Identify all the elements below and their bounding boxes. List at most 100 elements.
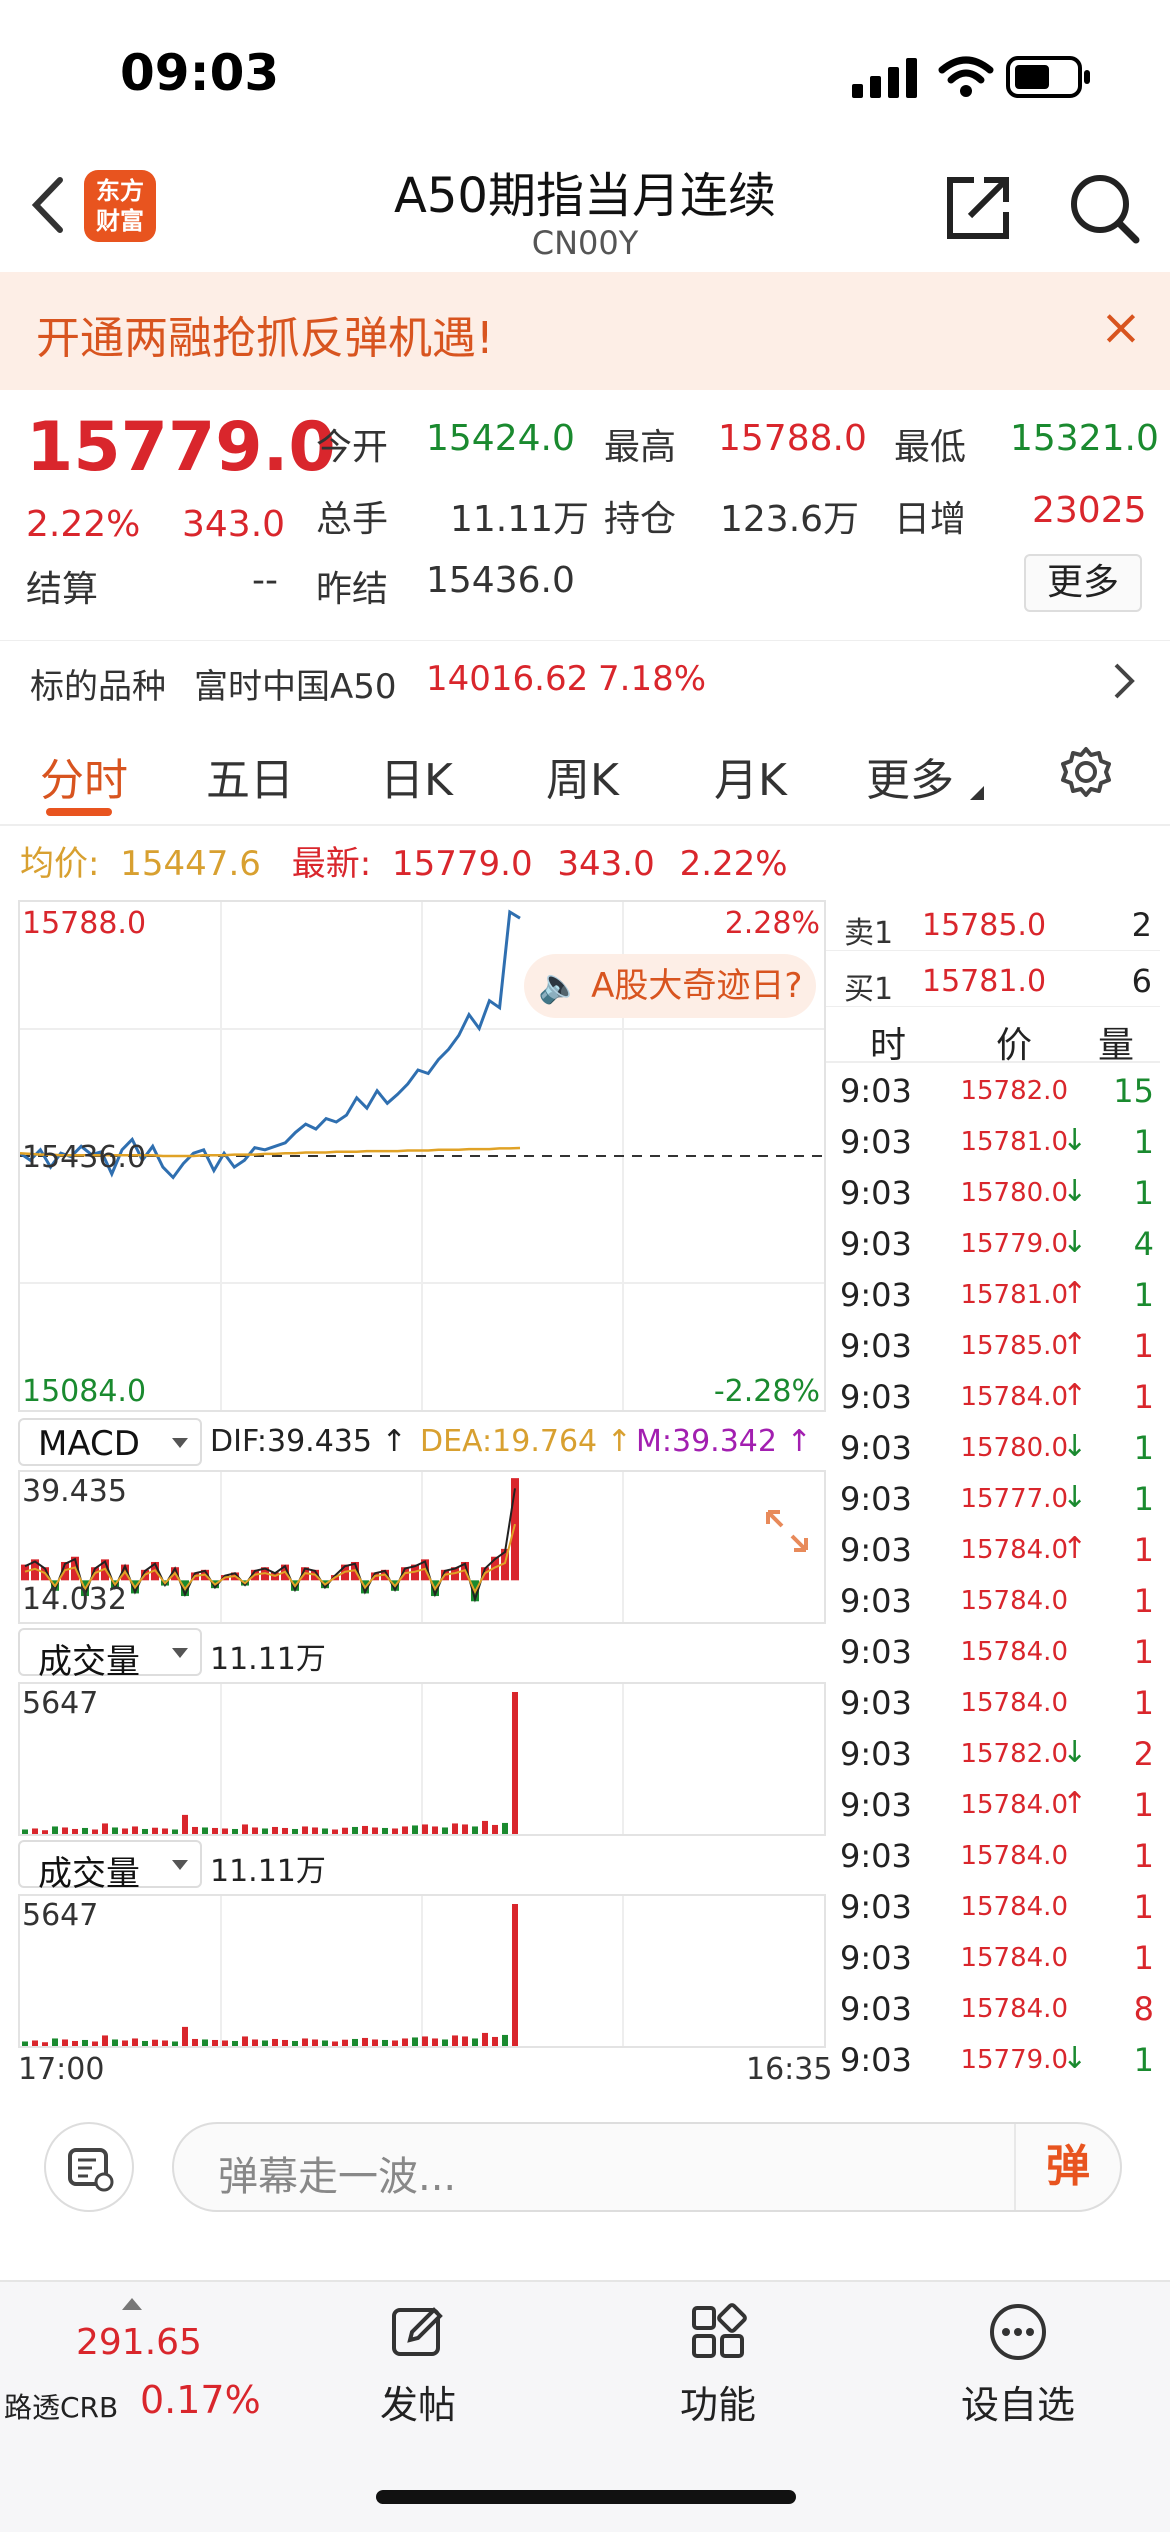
dropdown-icon [172,1860,188,1870]
price-high-label: 15788.0 [22,906,147,941]
tab-weekly-k[interactable]: 周K [546,744,619,808]
tick-time: 9:03 [840,1939,912,1977]
index-pct: 0.17% [140,2378,261,2422]
high-label: 最高 [604,427,677,468]
volume-chart [22,1896,624,2046]
volume-bar [302,2038,308,2046]
volume-bar [42,2042,48,2046]
volume-bar [382,2039,388,2046]
arrow-up-icon: ↑ [1062,1276,1088,1311]
volume-bar [202,2039,208,2046]
banner-text: 开通两融抢抓反弹机遇! [36,313,494,364]
more-button[interactable]: 更多 [1024,554,1142,612]
change-pct: 2.22% [26,504,141,545]
volume-bar [492,2036,498,2046]
volume-bar [332,1829,338,1834]
volume-bar [282,2039,288,2046]
volume-bar [52,1826,58,1834]
tick-time: 9:03 [840,1837,912,1875]
tick-volume: 1 [1133,1582,1154,1620]
volume-selector-2[interactable]: 成交量 [18,1840,202,1894]
tick-time: 9:03 [840,1633,912,1671]
tick-time: 9:03 [840,1990,912,2028]
volume-bar [392,2040,398,2046]
volume-bar [482,1820,488,1834]
volume-selector-1[interactable]: 成交量 [18,1628,202,1682]
prev-settle-label: 昨结 [316,569,389,610]
settings-icon[interactable] [1060,746,1112,798]
arrow-down-icon: ↓ [1062,1480,1088,1515]
share-icon[interactable] [940,170,1016,246]
arrow-down-icon: ↓ [1062,1174,1088,1209]
underlying-row[interactable]: 标的品种 富时中国A50 14016.62 7.18% [0,640,1170,716]
tick-time: 9:03 [840,1735,912,1773]
danmu-send-button[interactable]: 弹 [1014,2124,1120,2210]
tab-intraday[interactable]: 分时 [40,744,128,808]
underlying-pct: 7.18% [598,659,707,699]
settle-label: 结算 [26,569,99,610]
ask-volume: 2 [1131,906,1152,944]
tick-time: 9:03 [840,1378,912,1416]
danmu-input[interactable]: 弹幕走一波... 弹 [172,2122,1122,2212]
tick-volume: 1 [1133,1786,1154,1824]
volume-bar [102,1823,108,1834]
volume-bar [392,1828,398,1834]
volume-bar [402,2038,408,2046]
tick-volume: 1 [1133,1939,1154,1977]
post-button[interactable]: 发帖 [318,2302,518,2429]
volume-bar [342,2039,348,2046]
volume-bar [32,2040,38,2046]
tab-daily-k[interactable]: 日K [380,744,453,808]
volume-selector-label: 成交量 [38,1642,140,1682]
close-icon[interactable]: × [1100,298,1142,356]
volume-panel-2[interactable]: 5647 [18,1894,826,2048]
volume-bar [22,2041,28,2046]
tab-underline [46,808,112,816]
volume-bar [352,1826,358,1834]
tab-5day[interactable]: 五日 [206,744,294,808]
tick-price: 15784.0 [960,1586,1068,1616]
oi-label: 持仓 [604,499,677,540]
tick-volume: 1 [1133,1480,1154,1518]
volume-panel-1[interactable]: 5647 [18,1682,826,1836]
signal-icon [852,58,917,98]
tick-row: 9:03 15784.0 1 [826,1884,1160,1935]
volume-chart [22,1684,624,1834]
volume-total: 11.11万 [210,1642,326,1677]
tick-volume: 1 [1133,1123,1154,1161]
add-watchlist-label: 设自选 [960,2383,1075,2427]
tick-row: 9:03 15779.0 ↓ 1 [826,2037,1160,2088]
functions-button[interactable]: 功能 [618,2302,818,2429]
volume-bar [122,1828,128,1834]
price-chart-panel[interactable]: 15788.0 15436.0 15084.0 2.28% -2.28% 🔈 A… [18,900,826,1412]
volume-bar [382,1827,388,1834]
volume-bar [252,2039,258,2046]
search-icon[interactable] [1066,170,1142,246]
volume-bar [72,1828,78,1834]
volume-bar [372,2039,378,2046]
ticks-header: 时 价 量 [826,1012,1160,1066]
up-triangle-icon [122,2298,142,2310]
promo-banner[interactable]: 开通两融抢抓反弹机遇! × [0,272,1170,390]
time-axis-start: 17:00 [18,2052,105,2087]
tick-time: 9:03 [840,2041,912,2079]
tab-more[interactable]: 更多 [866,744,954,808]
tick-volume: 2 [1133,1735,1154,1773]
tick-volume: 8 [1133,1990,1154,2028]
header-time: 时 [870,1025,907,1066]
tick-volume: 1 [1133,1684,1154,1722]
volume-bar [212,2039,218,2046]
tick-time: 9:03 [840,1786,912,1824]
danmu-settings-icon[interactable] [44,2122,134,2212]
tab-monthly-k[interactable]: 月K [714,744,787,808]
header-volume: 量 [1098,1025,1135,1066]
add-watchlist-button[interactable]: 设自选 [918,2302,1118,2429]
volume-bar [462,1824,468,1834]
expand-icon[interactable] [762,1506,812,1556]
macd-panel[interactable]: 39.435 14.032 [18,1470,826,1624]
volume-bar [492,1824,498,1834]
macd-selector[interactable]: MACD [18,1418,202,1466]
volume-bar [282,1827,288,1834]
arrow-down-icon: ↓ [1062,1429,1088,1464]
promo-pill[interactable]: 🔈 A股大奇迹日? [524,954,817,1018]
